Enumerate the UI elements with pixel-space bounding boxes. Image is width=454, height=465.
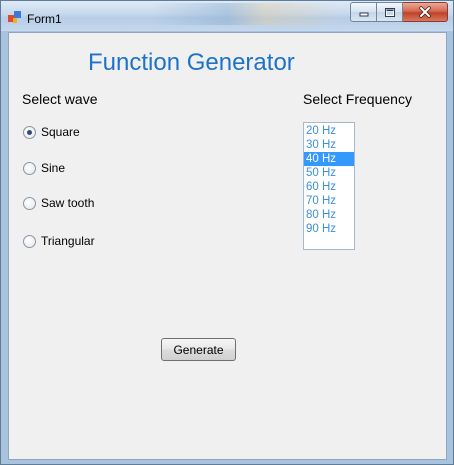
maximize-icon [384,7,395,17]
frequency-listbox[interactable]: 20 Hz 30 Hz 40 Hz 50 Hz 60 Hz 70 Hz 80 H… [303,122,355,250]
radio-square[interactable]: Square [23,124,80,140]
list-item-30hz[interactable]: 30 Hz [304,138,354,152]
radio-label-triangular: Triangular [41,234,95,248]
close-icon [419,6,431,18]
list-item-80hz[interactable]: 80 Hz [304,208,354,222]
generate-button[interactable]: Generate [161,338,236,361]
list-item-70hz[interactable]: 70 Hz [304,194,354,208]
close-button[interactable] [403,2,448,22]
radio-label-sine: Sine [41,161,66,175]
radio-sine[interactable]: Sine [23,160,65,176]
form-client-area: Function Generator Select wave Select Fr… [8,32,447,460]
form-icon [8,11,21,23]
radio-button-square[interactable] [23,125,36,139]
minimize-button[interactable] [350,2,377,22]
radio-button-sine[interactable] [23,161,36,175]
radio-button-triangular[interactable] [23,234,36,248]
minimize-icon [359,12,368,17]
radio-label-saw-tooth: Saw tooth [41,196,95,210]
radio-label-square: Square [41,125,80,139]
select-frequency-label: Select Frequency [303,91,412,107]
title-bar[interactable]: Form1 [1,1,453,31]
list-item-60hz[interactable]: 60 Hz [304,180,354,194]
radio-button-saw-tooth[interactable] [23,196,36,210]
window-title: Form1 [27,12,62,26]
form1-window: Form1 Function Generator Select wave Sel… [0,0,454,465]
page-title: Function Generator [88,49,295,76]
radio-triangular[interactable]: Triangular [23,233,95,249]
select-wave-label: Select wave [22,91,98,107]
title-bar-glare [151,3,341,25]
list-item-50hz[interactable]: 50 Hz [304,166,354,180]
list-item-20hz[interactable]: 20 Hz [304,124,354,138]
radio-saw-tooth[interactable]: Saw tooth [23,195,94,211]
maximize-button[interactable] [377,2,403,22]
list-item-90hz[interactable]: 90 Hz [304,222,354,236]
list-item-40hz[interactable]: 40 Hz [304,152,354,166]
